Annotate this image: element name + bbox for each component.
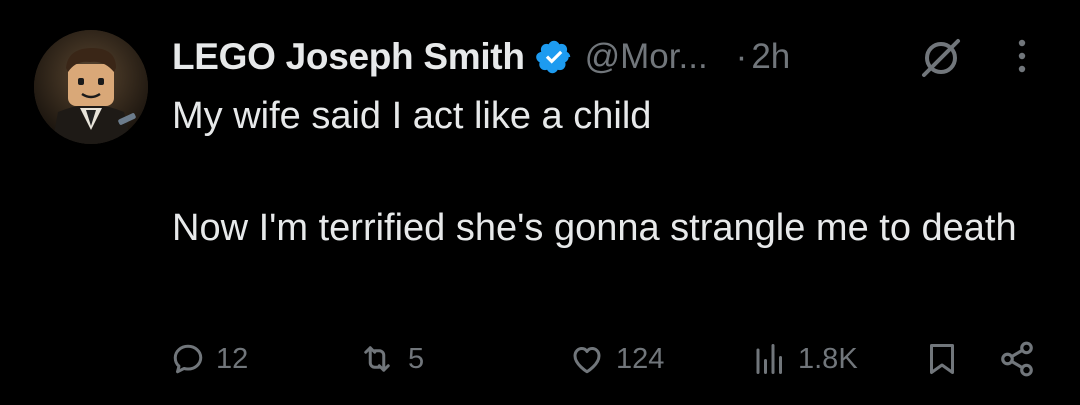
tweet-text: My wife said I act like a child Now I'm …: [172, 95, 1017, 249]
action-bar: 12 5 124 1.8K: [170, 334, 1050, 384]
repost-button[interactable]: 5: [356, 334, 424, 384]
verified-badge-icon: [535, 38, 573, 76]
heart-icon: [573, 347, 601, 374]
bookmark-button[interactable]: [924, 334, 960, 384]
repost-count: 5: [408, 342, 425, 375]
reply-button[interactable]: 12: [170, 334, 248, 384]
reply-icon: [173, 344, 203, 374]
repost-icon: [364, 346, 390, 372]
views-button[interactable]: 1.8K: [752, 334, 858, 384]
share-icon: [1001, 341, 1033, 377]
tweet-header: LEGO Joseph Smith @Mor... · 2h: [172, 30, 1060, 84]
author-handle[interactable]: @Mor...: [585, 37, 708, 77]
view-count: 1.8K: [798, 342, 858, 375]
more-options-icon[interactable]: [1012, 36, 1032, 76]
separator-dot: ·: [735, 37, 748, 76]
views-chart-icon: [756, 344, 782, 374]
like-button[interactable]: 124: [568, 334, 664, 384]
author-name[interactable]: LEGO Joseph Smith: [172, 36, 525, 78]
share-button[interactable]: [998, 334, 1036, 384]
avatar[interactable]: [34, 30, 148, 144]
reply-count: 12: [216, 342, 249, 375]
like-count: 124: [616, 342, 665, 375]
avatar-image: [34, 30, 148, 144]
timestamp[interactable]: 2h: [751, 37, 790, 77]
grok-icon[interactable]: [918, 38, 964, 78]
bookmark-icon: [930, 344, 954, 374]
